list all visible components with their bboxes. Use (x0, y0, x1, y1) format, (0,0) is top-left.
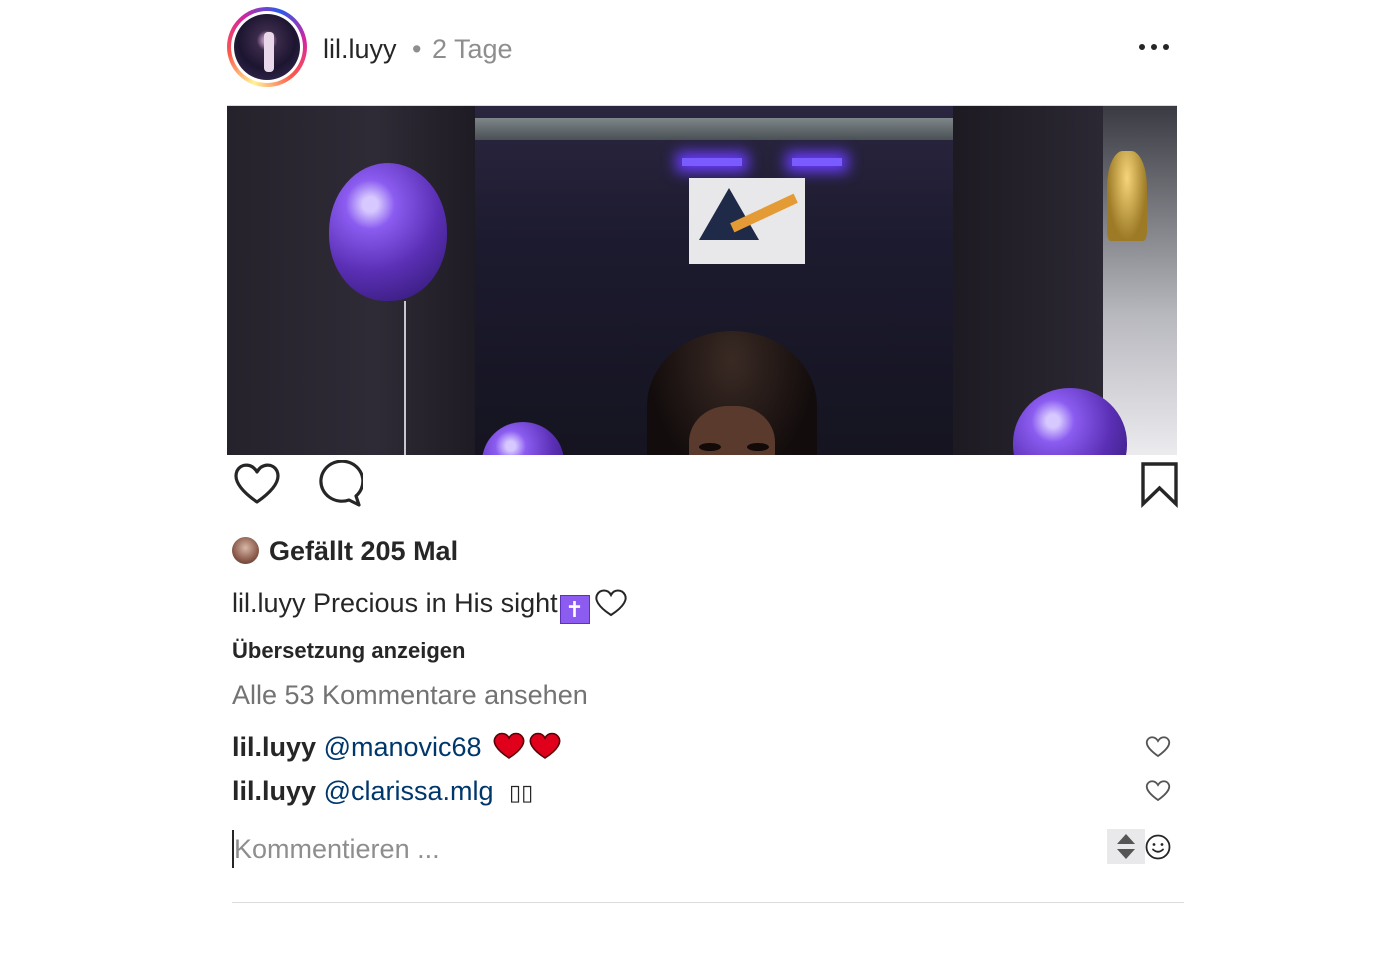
show-translation-link[interactable]: Übersetzung anzeigen (232, 638, 465, 664)
caption-text: Precious in His sight (313, 588, 558, 618)
header-separator: • (412, 34, 422, 64)
likes-count[interactable]: Gefällt 205 Mal (269, 536, 458, 567)
avatar-ring-gap (231, 11, 303, 83)
ceiling-pipe (475, 118, 953, 140)
stage-light (792, 158, 842, 166)
comment-like-heart-icon[interactable] (1145, 779, 1171, 803)
comment-row: lil.luyy @manovic68 (232, 732, 561, 763)
liker-avatar[interactable] (232, 537, 259, 564)
comment-username[interactable]: lil.luyy (232, 776, 316, 806)
spinner-up-icon[interactable] (1117, 834, 1135, 844)
arena-sign (689, 178, 805, 264)
bookmark-icon[interactable] (1138, 460, 1182, 509)
post-image[interactable] (227, 105, 1177, 455)
red-heart-emoji (493, 732, 525, 760)
balloon (329, 163, 447, 301)
trophy (1107, 151, 1147, 241)
comment-mention[interactable]: @clarissa.mlg (324, 776, 494, 806)
view-all-comments-link[interactable]: Alle 53 Kommentare ansehen (232, 680, 588, 711)
story-avatar[interactable] (227, 7, 307, 87)
unrendered-emoji: ▯▯ (509, 781, 534, 806)
post-divider (232, 902, 1184, 903)
emoji-picker-smiley-icon[interactable] (1145, 834, 1171, 860)
eye (699, 443, 721, 451)
post-caption: lil.luyy Precious in His sight ✝ (232, 588, 628, 624)
more-options-icon[interactable] (1134, 30, 1174, 64)
avatar (234, 14, 300, 80)
comment-mention[interactable]: @manovic68 (324, 732, 482, 762)
comment-like-heart-icon[interactable] (1145, 735, 1171, 759)
post-time[interactable]: 2 Tage (432, 34, 513, 65)
comment-bubble-icon[interactable] (313, 459, 365, 508)
comment-username[interactable]: lil.luyy (232, 732, 316, 762)
stage-light (682, 158, 742, 166)
input-spinner[interactable] (1107, 829, 1145, 864)
caption-username[interactable]: lil.luyy (232, 588, 306, 618)
latin-cross-emoji: ✝ (559, 595, 590, 624)
spinner-down-icon[interactable] (1117, 849, 1135, 859)
eye (747, 443, 769, 451)
comment-input[interactable] (232, 830, 1092, 868)
red-heart-emoji (529, 732, 561, 760)
white-heart-emoji (594, 588, 628, 618)
balloon-string (404, 301, 406, 455)
instagram-post: lil.luyy • 2 Tage Gefällt 205 Mal lil.lu… (0, 0, 1376, 978)
like-heart-icon[interactable] (232, 460, 282, 508)
post-username[interactable]: lil.luyy (323, 34, 397, 65)
comment-row: lil.luyy @clarissa.mlg ▯▯ (232, 776, 533, 807)
